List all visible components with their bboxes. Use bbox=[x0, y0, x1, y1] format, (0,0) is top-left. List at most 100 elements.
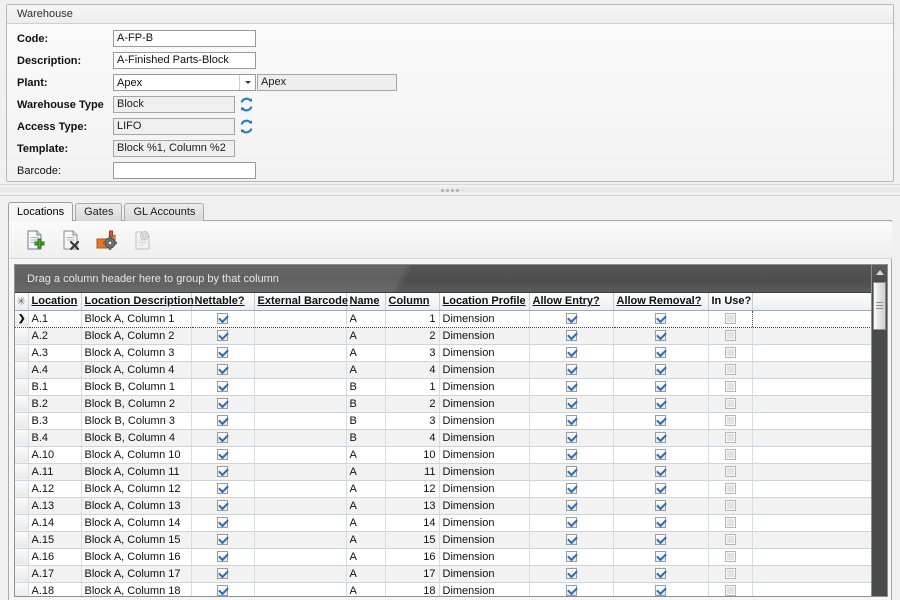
cell-allow_removal[interactable] bbox=[613, 412, 709, 430]
checkbox-in_use[interactable] bbox=[724, 568, 736, 580]
checkbox-nettable[interactable] bbox=[217, 364, 228, 376]
checkbox-nettable[interactable] bbox=[217, 551, 228, 563]
cell-description[interactable]: Block B, Column 1 bbox=[81, 378, 192, 396]
checkbox-nettable[interactable] bbox=[217, 415, 228, 427]
checkbox-allow_entry[interactable] bbox=[565, 449, 577, 461]
checkbox-nettable[interactable] bbox=[217, 330, 228, 342]
checkbox-allow_entry[interactable] bbox=[565, 364, 577, 376]
checkbox-in_use[interactable] bbox=[724, 500, 736, 512]
cell-allow_entry[interactable] bbox=[529, 344, 614, 362]
cell-column[interactable]: 12 bbox=[385, 480, 440, 498]
cell-allow_entry[interactable] bbox=[529, 361, 614, 379]
checkbox-in_use[interactable] bbox=[724, 381, 736, 393]
cell-allow_entry[interactable] bbox=[529, 514, 614, 532]
checkbox-in_use[interactable] bbox=[724, 585, 736, 596]
table-row[interactable]: B.3 Block B, Column 3 B 3 Dimension bbox=[15, 412, 872, 430]
checkbox-allow_entry[interactable] bbox=[565, 347, 577, 359]
cell-name[interactable]: A bbox=[346, 309, 386, 328]
cell-allow_entry[interactable] bbox=[529, 548, 614, 566]
field-description[interactable]: A-Finished Parts-Block bbox=[113, 52, 256, 69]
grid-vertical-scrollbar[interactable] bbox=[871, 265, 887, 596]
cell-profile[interactable]: Dimension bbox=[439, 344, 530, 362]
cell-description[interactable]: Block A, Column 17 bbox=[81, 565, 192, 583]
tab-locations[interactable]: Locations bbox=[8, 202, 74, 221]
cell-allow_entry[interactable] bbox=[529, 395, 614, 413]
cell-barcode[interactable] bbox=[254, 429, 347, 447]
cell-nettable[interactable] bbox=[191, 565, 255, 583]
checkbox-in_use[interactable] bbox=[724, 466, 736, 478]
checkbox-allow_entry[interactable] bbox=[565, 398, 577, 410]
cell-nettable[interactable] bbox=[191, 497, 255, 515]
cell-name[interactable]: B bbox=[346, 429, 386, 447]
cell-in_use[interactable] bbox=[708, 429, 753, 447]
checkbox-nettable[interactable] bbox=[217, 347, 228, 359]
cell-column[interactable]: 2 bbox=[385, 327, 440, 345]
cell-location[interactable]: A.2 bbox=[28, 327, 82, 345]
cell-profile[interactable]: Dimension bbox=[439, 378, 530, 396]
table-row[interactable]: B.4 Block B, Column 4 B 4 Dimension bbox=[15, 429, 872, 447]
tab-gates[interactable]: Gates bbox=[75, 203, 123, 221]
cell-allow_removal[interactable] bbox=[613, 497, 709, 515]
cell-description[interactable]: Block A, Column 4 bbox=[81, 361, 192, 379]
row-indicator[interactable] bbox=[15, 582, 29, 596]
table-row[interactable]: ❯ A.1 Block A, Column 1 A 1 Dimension bbox=[15, 309, 872, 328]
checkbox-allow_entry[interactable] bbox=[565, 466, 577, 478]
refresh-icon[interactable] bbox=[238, 118, 255, 135]
cell-description[interactable]: Block A, Column 10 bbox=[81, 446, 192, 464]
cell-profile[interactable]: Dimension bbox=[439, 429, 530, 447]
cell-location[interactable]: A.17 bbox=[28, 565, 82, 583]
cell-in_use[interactable] bbox=[708, 344, 753, 362]
checkbox-allow_entry[interactable] bbox=[565, 551, 577, 563]
locations-table-header[interactable]: ✳ Location Location Description Nettable? Ex… bbox=[15, 293, 873, 311]
cell-description[interactable]: Block B, Column 4 bbox=[81, 429, 192, 447]
cell-in_use[interactable] bbox=[708, 361, 753, 379]
cell-allow_removal[interactable] bbox=[613, 344, 709, 362]
table-row[interactable]: A.18 Block A, Column 18 A 18 Dimension bbox=[15, 582, 872, 596]
cell-description[interactable]: Block A, Column 3 bbox=[81, 344, 192, 362]
table-row[interactable]: A.12 Block A, Column 12 A 12 Dimension bbox=[15, 480, 872, 498]
cell-allow_entry[interactable] bbox=[529, 309, 614, 328]
cell-description[interactable]: Block A, Column 11 bbox=[81, 463, 192, 481]
cell-name[interactable]: A bbox=[346, 327, 386, 345]
table-row[interactable]: A.2 Block A, Column 2 A 2 Dimension bbox=[15, 327, 872, 345]
row-indicator[interactable] bbox=[15, 497, 29, 515]
checkbox-nettable[interactable] bbox=[217, 534, 228, 546]
cell-nettable[interactable] bbox=[191, 309, 255, 328]
table-row[interactable]: A.17 Block A, Column 17 A 17 Dimension bbox=[15, 565, 872, 583]
cell-barcode[interactable] bbox=[254, 480, 347, 498]
cell-nettable[interactable] bbox=[191, 327, 255, 345]
cell-profile[interactable]: Dimension bbox=[439, 463, 530, 481]
cell-allow_entry[interactable] bbox=[529, 582, 614, 596]
checkbox-in_use[interactable] bbox=[724, 364, 736, 376]
cell-location[interactable]: A.13 bbox=[28, 497, 82, 515]
checkbox-in_use[interactable] bbox=[724, 432, 736, 444]
checkbox-nettable[interactable] bbox=[217, 381, 228, 393]
cell-nettable[interactable] bbox=[191, 463, 255, 481]
cell-barcode[interactable] bbox=[254, 395, 347, 413]
cell-name[interactable]: B bbox=[346, 395, 386, 413]
table-row[interactable]: A.16 Block A, Column 16 A 16 Dimension bbox=[15, 548, 872, 566]
cell-profile[interactable]: Dimension bbox=[439, 309, 530, 328]
cell-barcode[interactable] bbox=[254, 378, 347, 396]
cell-description[interactable]: Block A, Column 1 bbox=[81, 309, 192, 328]
cell-column[interactable]: 17 bbox=[385, 565, 440, 583]
checkbox-allow_removal[interactable] bbox=[655, 432, 666, 444]
cell-name[interactable]: A bbox=[346, 446, 386, 464]
cell-barcode[interactable] bbox=[254, 463, 347, 481]
cell-in_use[interactable] bbox=[708, 327, 753, 345]
cell-location[interactable]: B.3 bbox=[28, 412, 82, 430]
row-indicator[interactable] bbox=[15, 395, 29, 413]
checkbox-in_use[interactable] bbox=[724, 449, 736, 461]
cell-column[interactable]: 11 bbox=[385, 463, 440, 481]
checkbox-nettable[interactable] bbox=[217, 466, 228, 478]
row-indicator[interactable] bbox=[15, 429, 29, 447]
column-chooser-icon[interactable]: ✳ bbox=[15, 293, 29, 311]
column-header-barcode[interactable]: External Barcode bbox=[254, 293, 348, 311]
field-barcode[interactable] bbox=[113, 162, 256, 179]
checkbox-allow_removal[interactable] bbox=[655, 313, 666, 325]
table-row[interactable]: A.3 Block A, Column 3 A 3 Dimension bbox=[15, 344, 872, 362]
column-header-in_use[interactable]: In Use? bbox=[708, 293, 753, 311]
cell-allow_entry[interactable] bbox=[529, 497, 614, 515]
plant-combo[interactable]: Apex bbox=[113, 74, 256, 91]
field-code[interactable]: A-FP-B bbox=[113, 30, 256, 47]
